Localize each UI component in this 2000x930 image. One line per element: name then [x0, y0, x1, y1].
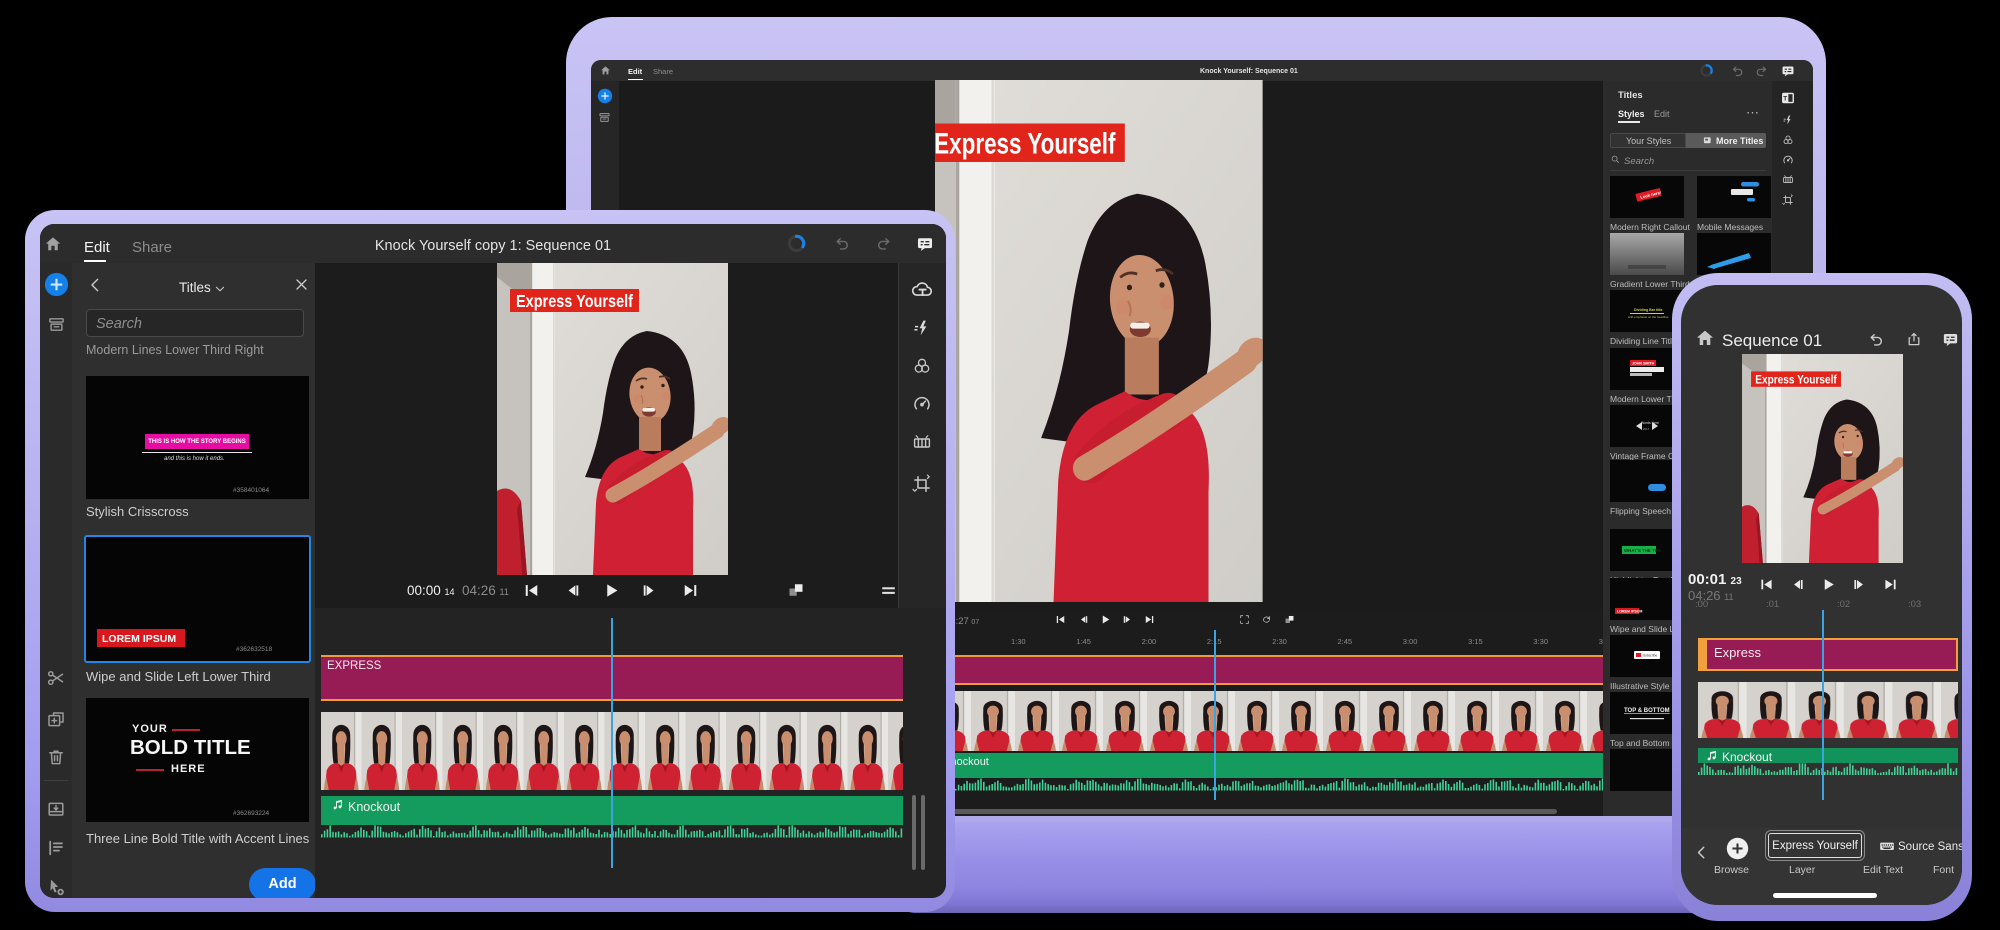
svg-text:with emphasis on the headline: with emphasis on the headline	[1628, 315, 1669, 319]
svg-text:Subscribe: Subscribe	[1643, 654, 1657, 658]
svg-text:TOP & BOTTOM: TOP & BOTTOM	[1624, 708, 1670, 714]
svg-text:WHAT'S THE TEA: WHAT'S THE TEA	[1624, 548, 1662, 553]
svg-text:Words Here: Words Here	[1641, 421, 1659, 425]
svg-text:JOHN SMITH: JOHN SMITH	[1632, 362, 1655, 366]
svg-text:T: T	[1783, 95, 1787, 102]
svg-text:2017: 2017	[1643, 427, 1650, 431]
svg-text:Dividing Bar title: Dividing Bar title	[1634, 308, 1663, 312]
svg-text:LOREM IPSUM: LOREM IPSUM	[1617, 610, 1642, 614]
